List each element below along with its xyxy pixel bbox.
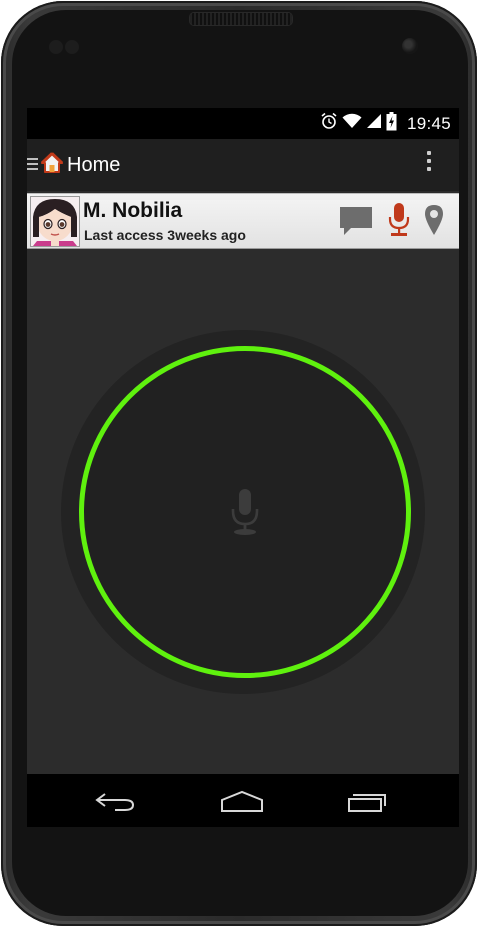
signal-icon [366, 113, 382, 134]
microphone-icon [230, 488, 260, 541]
page-title: Home [67, 153, 121, 176]
clock: 19:45 [406, 113, 451, 133]
action-bar: Home [27, 139, 459, 191]
home-icon[interactable] [220, 790, 264, 819]
recent-apps-icon[interactable] [347, 790, 389, 819]
battery-charging-icon [386, 111, 397, 136]
wifi-icon [342, 113, 362, 134]
alarm-icon [320, 112, 338, 135]
status-icons: 19:45 [320, 108, 451, 139]
drawer-menu-icon [27, 155, 39, 178]
avatar [30, 196, 80, 247]
navigation-bar [27, 774, 459, 827]
front-camera [402, 38, 418, 54]
light-sensor [65, 40, 79, 54]
proximity-sensor [49, 40, 63, 54]
back-icon[interactable] [95, 790, 137, 819]
status-bar: 19:45 [27, 108, 459, 139]
phone-frame: 19:45 Home M. Nobilia Last access 3weeks… [1, 1, 477, 926]
overflow-menu-icon[interactable] [425, 151, 433, 179]
home-up-button[interactable]: Home [27, 139, 120, 191]
microphone-icon[interactable] [387, 202, 411, 243]
screen: 19:45 Home M. Nobilia Last access 3weeks… [27, 108, 459, 827]
earpiece-speaker [190, 13, 292, 25]
chat-icon[interactable] [339, 206, 373, 243]
contact-bar[interactable]: M. Nobilia Last access 3weeks ago [27, 193, 459, 249]
contact-name: M. Nobilia [83, 199, 183, 222]
location-pin-icon[interactable] [424, 204, 444, 241]
home-icon [40, 151, 64, 179]
last-access-text: Last access 3weeks ago [84, 227, 246, 243]
